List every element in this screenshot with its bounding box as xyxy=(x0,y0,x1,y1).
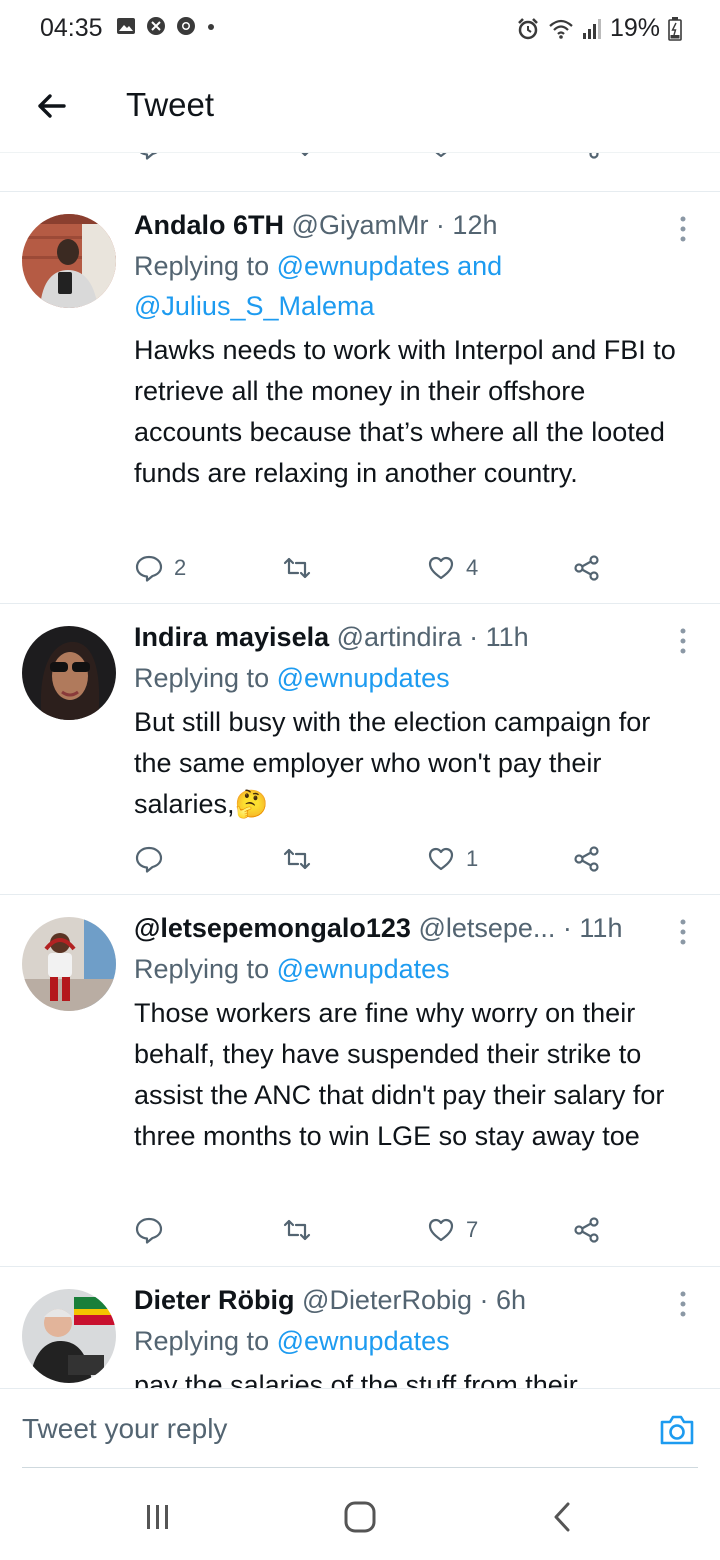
like-icon xyxy=(428,556,454,580)
replying-to: Replying to @ewnupdates xyxy=(134,1326,450,1356)
system-back-icon[interactable] xyxy=(548,1500,578,1534)
like-button[interactable]: 1 xyxy=(426,844,478,874)
tweet[interactable]: Dieter Röbig @DieterRobig · 6h Replying … xyxy=(0,1267,720,1388)
avatar[interactable] xyxy=(22,1289,116,1383)
avatar[interactable] xyxy=(22,626,116,720)
gallery-notification-icon xyxy=(117,18,135,34)
like-button[interactable]: 4 xyxy=(426,553,478,583)
more-notifications-dot-icon xyxy=(208,24,214,30)
like-icon xyxy=(428,847,454,871)
home-icon[interactable] xyxy=(343,1500,377,1534)
battery-percent: 19% xyxy=(609,14,660,42)
alarm-icon xyxy=(518,17,538,39)
replying-to: Replying to @ewnupdates xyxy=(134,954,450,984)
reply-button[interactable] xyxy=(134,1215,174,1245)
author-name[interactable]: @letsepemongalo123 xyxy=(134,913,411,943)
replying-to-link[interactable]: @ewnupdates xyxy=(277,663,450,693)
share-button[interactable] xyxy=(572,153,602,161)
tweet-text: Hawks needs to work with Interpol and FB… xyxy=(134,335,676,488)
tweet-feed[interactable]: 2 Andalo 6TH @GiyamMr · 12h Replying to … xyxy=(0,153,720,1388)
tweet-text: But still busy with the election campaig… xyxy=(134,707,651,819)
reply-icon xyxy=(135,555,163,582)
like-count: 7 xyxy=(466,1217,479,1242)
like-icon xyxy=(428,1218,454,1242)
reply-count: 2 xyxy=(174,555,187,580)
replying-to-link[interactable]: @ewnupdates xyxy=(277,1326,450,1356)
more-icon[interactable] xyxy=(676,1289,690,1319)
like-button[interactable]: 2 xyxy=(426,153,478,161)
chrome-notification-icon xyxy=(177,17,195,35)
recent-apps-icon[interactable] xyxy=(143,1502,173,1532)
more-icon[interactable] xyxy=(676,917,690,947)
tweet-actions: 1 xyxy=(134,844,614,884)
like-count: 2 xyxy=(466,153,478,159)
previous-tweet-actions: 2 xyxy=(0,153,720,191)
avatar[interactable] xyxy=(22,214,116,308)
share-button[interactable] xyxy=(572,553,602,583)
status-bar: 04:35 19% xyxy=(0,0,720,60)
page-title: Tweet xyxy=(126,86,215,123)
replying-to: Replying to @ewnupdates xyxy=(134,663,450,693)
reply-composer: Tweet your reply xyxy=(0,1388,720,1469)
share-icon xyxy=(574,555,599,581)
share-icon xyxy=(574,1217,599,1243)
app-bar: Tweet xyxy=(0,62,720,153)
back-arrow-icon[interactable] xyxy=(30,84,74,128)
share-icon xyxy=(589,153,599,159)
retweet-button[interactable] xyxy=(282,844,312,874)
reply-icon xyxy=(135,846,163,873)
retweet-button[interactable] xyxy=(282,153,312,161)
author-name[interactable]: Andalo 6TH xyxy=(134,210,284,240)
replying-to: Replying to @ewnupdates and @Julius_S_Ma… xyxy=(134,251,503,321)
reply-button[interactable] xyxy=(134,153,164,161)
like-count: 1 xyxy=(466,846,479,871)
tweet[interactable]: Indira mayisela @artindira · 11h Replyin… xyxy=(0,604,720,894)
like-icon xyxy=(435,153,447,158)
shield-notification-icon xyxy=(147,17,165,35)
reply-input[interactable]: Tweet your reply xyxy=(22,1413,227,1445)
more-icon[interactable] xyxy=(676,214,690,244)
tweet-actions: 7 xyxy=(134,1215,614,1255)
author-name[interactable]: Indira mayisela xyxy=(134,622,329,652)
reply-button[interactable] xyxy=(134,844,174,874)
system-nav-bar xyxy=(0,1470,720,1560)
tweet-text: pay the salaries of the stuff from their xyxy=(134,1370,578,1388)
status-time: 04:35 xyxy=(40,14,103,42)
tweet[interactable]: @letsepemongalo123 @letsepe... · 11h Rep… xyxy=(0,895,720,1266)
retweet-button[interactable] xyxy=(282,1215,312,1245)
retweet-icon xyxy=(283,848,311,870)
share-icon xyxy=(574,846,599,872)
author-handle-time: @artindira · 11h xyxy=(336,622,529,652)
reply-icon xyxy=(139,153,158,160)
camera-icon[interactable] xyxy=(658,1411,696,1449)
retweet-icon xyxy=(283,557,311,579)
like-count: 4 xyxy=(466,555,479,580)
retweet-icon xyxy=(283,1219,311,1241)
author-handle-time: @DieterRobig · 6h xyxy=(302,1285,527,1315)
retweet-button[interactable] xyxy=(282,553,312,583)
replying-to-link[interactable]: @ewnupdates xyxy=(277,954,450,984)
like-button[interactable]: 7 xyxy=(426,1215,478,1245)
author-handle-time: @letsepe... · 11h xyxy=(418,913,623,943)
wifi-icon xyxy=(549,19,573,39)
author-name[interactable]: Dieter Röbig xyxy=(134,1285,295,1315)
battery-icon xyxy=(668,16,682,41)
tweet[interactable]: Andalo 6TH @GiyamMr · 12h Replying to @e… xyxy=(0,192,720,603)
tweet-text: Those workers are fine why worry on thei… xyxy=(134,998,665,1151)
share-button[interactable] xyxy=(572,844,602,874)
author-handle-time: @GiyamMr · 12h xyxy=(291,210,498,240)
avatar[interactable] xyxy=(22,917,116,1011)
more-icon[interactable] xyxy=(676,626,690,656)
reply-button[interactable]: 2 xyxy=(134,553,186,583)
retweet-icon xyxy=(301,153,309,157)
share-button[interactable] xyxy=(572,1215,602,1245)
signal-icon xyxy=(582,18,601,39)
reply-icon xyxy=(135,1217,163,1244)
tweet-actions: 2 4 xyxy=(134,553,614,593)
